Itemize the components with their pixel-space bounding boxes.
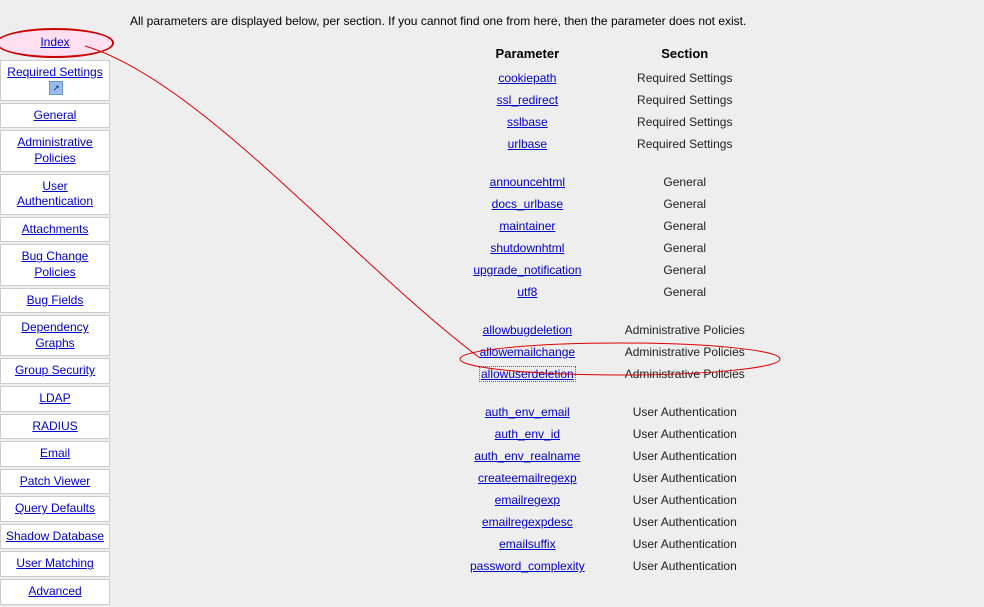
param-link[interactable]: password_complexity [470, 559, 585, 573]
table-row: auth_env_email User Authentication [450, 385, 765, 423]
param-link[interactable]: announcehtml [490, 175, 565, 189]
param-link[interactable]: emailsuffix [499, 537, 555, 551]
sidebar-item-radius[interactable]: RADIUS [0, 414, 110, 440]
table-header-row: Parameter Section [450, 44, 765, 67]
sidebar-item-attachments[interactable]: Attachments [0, 217, 110, 243]
section-cell: General [605, 237, 765, 259]
section-cell: Required Settings [605, 89, 765, 111]
param-link[interactable]: auth_env_id [495, 427, 560, 441]
table-row: createemailregexp User Authentication [450, 467, 765, 489]
sidebar: Index Required Settings↗ General Adminis… [0, 0, 110, 607]
param-link[interactable]: auth_env_realname [474, 449, 580, 463]
param-link[interactable]: allowemailchange [480, 345, 575, 359]
sidebar-item-email[interactable]: Email [0, 441, 110, 467]
external-link-icon: ↗ [49, 81, 63, 95]
sidebar-item-user-authentication[interactable]: User Authentication [0, 174, 110, 215]
table-row: allowbugdeletion Administrative Policies [450, 303, 765, 341]
table-row: shutdownhtml General [450, 237, 765, 259]
param-link-allowuserdeletion[interactable]: allowuserdeletion [479, 366, 576, 382]
sidebar-item-administrative-policies[interactable]: Administrative Policies [0, 130, 110, 171]
table-row: emailsuffix User Authentication [450, 533, 765, 555]
section-cell: User Authentication [605, 385, 765, 423]
sidebar-item-group-security[interactable]: Group Security [0, 358, 110, 384]
sidebar-item-index[interactable]: Index [0, 28, 114, 58]
table-row: utf8 General [450, 281, 765, 303]
section-cell: User Authentication [605, 489, 765, 511]
table-row: cookiepath Required Settings [450, 67, 765, 89]
section-header: Section [605, 44, 765, 67]
section-cell: User Authentication [605, 511, 765, 533]
sidebar-item-advanced[interactable]: Advanced [0, 579, 110, 605]
sidebar-item-shadow-database[interactable]: Shadow Database [0, 524, 110, 550]
sidebar-item-user-matching[interactable]: User Matching [0, 551, 110, 577]
parameters-table: Parameter Section cookiepath Required Set… [450, 44, 765, 577]
param-link[interactable]: utf8 [517, 285, 537, 299]
section-cell: Administrative Policies [605, 363, 765, 385]
section-cell: User Authentication [605, 555, 765, 577]
param-link[interactable]: shutdownhtml [490, 241, 564, 255]
param-link[interactable]: urlbase [508, 137, 547, 151]
sidebar-item-required-settings[interactable]: Required Settings ↗ [0, 60, 110, 101]
section-cell: General [605, 193, 765, 215]
section-cell: Required Settings [605, 111, 765, 133]
table-row: maintainer General [450, 215, 765, 237]
main-content: All parameters are displayed below, per … [130, 0, 984, 577]
section-cell: User Authentication [605, 533, 765, 555]
table-row: emailregexp User Authentication [450, 489, 765, 511]
table-row: upgrade_notification General [450, 259, 765, 281]
table-row: allowemailchange Administrative Policies [450, 341, 765, 363]
section-cell: Administrative Policies [605, 303, 765, 341]
parameter-header: Parameter [450, 44, 605, 67]
param-link[interactable]: cookiepath [498, 71, 556, 85]
sidebar-item-patch-viewer[interactable]: Patch Viewer [0, 469, 110, 495]
param-link[interactable]: docs_urlbase [492, 197, 563, 211]
table-row: auth_env_realname User Authentication [450, 445, 765, 467]
table-row: docs_urlbase General [450, 193, 765, 215]
table-row: urlbase Required Settings [450, 133, 765, 155]
sidebar-item-dependency-graphs[interactable]: Dependency Graphs [0, 315, 110, 356]
section-cell: General [605, 281, 765, 303]
param-link[interactable]: emailregexp [495, 493, 560, 507]
param-link[interactable]: allowbugdeletion [483, 323, 572, 337]
table-row: emailregexpdesc User Authentication [450, 511, 765, 533]
param-link[interactable]: createemailregexp [478, 471, 577, 485]
param-link[interactable]: auth_env_email [485, 405, 570, 419]
section-cell: Required Settings [605, 67, 765, 89]
table-row: password_complexity User Authentication [450, 555, 765, 577]
table-row: ssl_redirect Required Settings [450, 89, 765, 111]
section-cell: Administrative Policies [605, 341, 765, 363]
section-cell: Required Settings [605, 133, 765, 155]
section-cell: General [605, 259, 765, 281]
table-row: sslbase Required Settings [450, 111, 765, 133]
intro-text: All parameters are displayed below, per … [130, 14, 984, 28]
sidebar-item-query-defaults[interactable]: Query Defaults [0, 496, 110, 522]
param-link[interactable]: sslbase [507, 115, 548, 129]
sidebar-item-bug-change-policies[interactable]: Bug Change Policies [0, 244, 110, 285]
table-row: allowuserdeletion Administrative Policies [450, 363, 765, 385]
section-cell: General [605, 215, 765, 237]
sidebar-item-ldap[interactable]: LDAP [0, 386, 110, 412]
param-link[interactable]: upgrade_notification [473, 263, 581, 277]
section-cell: User Authentication [605, 467, 765, 489]
param-link[interactable]: emailregexpdesc [482, 515, 573, 529]
sidebar-item-label: Required Settings [7, 65, 102, 79]
sidebar-item-bug-fields[interactable]: Bug Fields [0, 288, 110, 314]
sidebar-item-general[interactable]: General [0, 103, 110, 129]
table-row: announcehtml General [450, 155, 765, 193]
section-cell: General [605, 155, 765, 193]
param-link[interactable]: maintainer [499, 219, 555, 233]
section-cell: User Authentication [605, 445, 765, 467]
param-link[interactable]: ssl_redirect [497, 93, 558, 107]
table-row: auth_env_id User Authentication [450, 423, 765, 445]
section-cell: User Authentication [605, 423, 765, 445]
